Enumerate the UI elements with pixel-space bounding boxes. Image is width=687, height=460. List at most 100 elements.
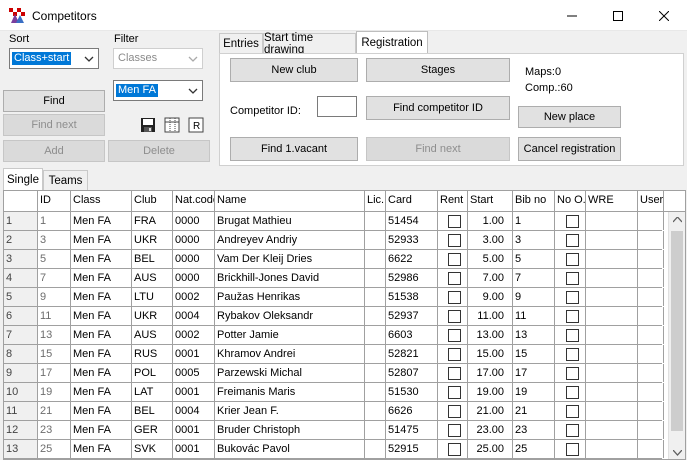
rent-checkbox[interactable]	[448, 215, 461, 228]
add-button[interactable]: Add	[3, 140, 105, 162]
close-button[interactable]	[641, 0, 687, 31]
no-o-checkbox[interactable]	[566, 443, 579, 456]
tab-single[interactable]: Single	[3, 168, 43, 190]
cell-rent[interactable]	[438, 326, 468, 344]
table-row[interactable]: 9 17 Men FA POL 0005 Parzewski Michal 52807 17.…	[4, 364, 664, 383]
rent-checkbox[interactable]	[448, 386, 461, 399]
column-header-user[interactable]: User	[638, 191, 664, 212]
table-row[interactable]: 4 7 Men FA AUS 0000 Brickhill-Jones David 5298…	[4, 269, 664, 288]
table-row[interactable]: 12 23 Men FA GER 0001 Bruder Christoph 51475 23…	[4, 421, 664, 440]
cell-rent[interactable]	[438, 440, 468, 458]
column-header-wre[interactable]: WRE	[586, 191, 638, 212]
cell-rent[interactable]	[438, 402, 468, 420]
rent-checkbox[interactable]	[448, 272, 461, 285]
cell-rent[interactable]	[438, 231, 468, 249]
table-row[interactable]: 13 25 Men FA SVK 0001 Bukovác Pavol 52915 25.00…	[4, 440, 664, 459]
column-header-id[interactable]: ID	[38, 191, 71, 212]
scroll-thumb[interactable]	[671, 231, 683, 431]
maximize-button[interactable]	[595, 0, 641, 31]
cell-rent[interactable]	[438, 364, 468, 382]
no-o-checkbox[interactable]	[566, 367, 579, 380]
table-row[interactable]: 7 13 Men FA AUS 0002 Potter Jamie 6603 13.00 13	[4, 326, 664, 345]
tab-entries[interactable]: Entries	[219, 33, 263, 53]
column-header-row-number[interactable]	[4, 191, 38, 212]
tab-registration[interactable]: Registration	[356, 31, 428, 53]
cell-no-o[interactable]	[555, 383, 586, 401]
tab-teams[interactable]: Teams	[43, 170, 88, 190]
no-o-checkbox[interactable]	[566, 310, 579, 323]
table-row[interactable]: 1 1 Men FA FRA 0000 Brugat Mathieu 51454 1.00 1	[4, 212, 664, 231]
cell-no-o[interactable]	[555, 212, 586, 230]
cell-rent[interactable]	[438, 345, 468, 363]
delete-button[interactable]: Delete	[108, 140, 210, 162]
no-o-checkbox[interactable]	[566, 215, 579, 228]
rent-checkbox[interactable]	[448, 291, 461, 304]
table-row[interactable]: 11 21 Men FA BEL 0004 Krier Jean F. 6626 21.00 2…	[4, 402, 664, 421]
column-header-class[interactable]: Class	[71, 191, 132, 212]
rent-checkbox[interactable]	[448, 348, 461, 361]
minimize-button[interactable]	[549, 0, 595, 31]
column-header-nat-code[interactable]: Nat.code	[173, 191, 215, 212]
cell-no-o[interactable]	[555, 269, 586, 287]
rent-checkbox[interactable]	[448, 253, 461, 266]
no-o-checkbox[interactable]	[566, 424, 579, 437]
no-o-checkbox[interactable]	[566, 386, 579, 399]
cell-no-o[interactable]	[555, 440, 586, 458]
cell-no-o[interactable]	[555, 364, 586, 382]
cell-rent[interactable]	[438, 250, 468, 268]
filter-class-select[interactable]: Classes	[113, 48, 203, 69]
column-header-start[interactable]: Start	[468, 191, 513, 212]
find-next-vacant-button[interactable]: Find next	[366, 137, 510, 161]
no-o-checkbox[interactable]	[566, 234, 579, 247]
column-header-rent[interactable]: Rent	[438, 191, 468, 212]
find-next-button[interactable]: Find next	[3, 114, 105, 136]
table-row[interactable]: 6 11 Men FA UKR 0004 Rybakov Oleksandr 52937 11…	[4, 307, 664, 326]
rent-checkbox[interactable]	[448, 329, 461, 342]
competitor-id-input[interactable]	[317, 96, 357, 117]
table-row[interactable]: 10 19 Men FA LAT 0001 Freimanis Maris 51530 19.…	[4, 383, 664, 402]
no-o-checkbox[interactable]	[566, 272, 579, 285]
vertical-scrollbar[interactable]	[668, 212, 685, 459]
rent-checkbox[interactable]	[448, 310, 461, 323]
table-row[interactable]: 3 5 Men FA BEL 0000 Vam Der Kleij Dries 6622 5.…	[4, 250, 664, 269]
column-header-club[interactable]: Club	[132, 191, 173, 212]
cell-no-o[interactable]	[555, 307, 586, 325]
no-o-checkbox[interactable]	[566, 253, 579, 266]
report-icon[interactable]: R	[187, 116, 205, 134]
table-row[interactable]: 8 15 Men FA RUS 0001 Khramov Andrei 52821 15.00…	[4, 345, 664, 364]
cell-rent[interactable]	[438, 269, 468, 287]
column-header-no-o[interactable]: No O.	[555, 191, 586, 212]
competitors-table[interactable]: ID Class Club Nat.code Name Lic. Card Rent Start…	[3, 190, 686, 460]
rent-checkbox[interactable]	[448, 405, 461, 418]
table-row[interactable]: 5 9 Men FA LTU 0002 Paužas Henrikas 51538 9.00 9	[4, 288, 664, 307]
cell-rent[interactable]	[438, 307, 468, 325]
cell-no-o[interactable]	[555, 326, 586, 344]
no-o-checkbox[interactable]	[566, 348, 579, 361]
cell-rent[interactable]	[438, 212, 468, 230]
column-header-card[interactable]: Card	[386, 191, 438, 212]
cell-no-o[interactable]	[555, 402, 586, 420]
no-o-checkbox[interactable]	[566, 291, 579, 304]
column-header-bib-no[interactable]: Bib no	[513, 191, 555, 212]
no-o-checkbox[interactable]	[566, 405, 579, 418]
new-club-button[interactable]: New club	[230, 58, 358, 82]
column-header-lic[interactable]: Lic.	[365, 191, 386, 212]
cell-no-o[interactable]	[555, 345, 586, 363]
columns-icon[interactable]	[163, 116, 181, 134]
find-button[interactable]: Find	[3, 90, 105, 112]
column-header-name[interactable]: Name	[215, 191, 365, 212]
rent-checkbox[interactable]	[448, 234, 461, 247]
cell-no-o[interactable]	[555, 421, 586, 439]
no-o-checkbox[interactable]	[566, 329, 579, 342]
filter-value-select[interactable]: Men FA	[113, 80, 203, 101]
cell-rent[interactable]	[438, 288, 468, 306]
rent-checkbox[interactable]	[448, 443, 461, 456]
save-icon[interactable]	[139, 116, 157, 134]
tab-start-time-drawing[interactable]: Start time drawing	[263, 32, 356, 56]
stages-button[interactable]: Stages	[366, 58, 510, 82]
rent-checkbox[interactable]	[448, 367, 461, 380]
new-place-button[interactable]: New place	[518, 106, 621, 128]
find-competitor-id-button[interactable]: Find competitor ID	[366, 96, 510, 120]
cell-no-o[interactable]	[555, 231, 586, 249]
rent-checkbox[interactable]	[448, 424, 461, 437]
